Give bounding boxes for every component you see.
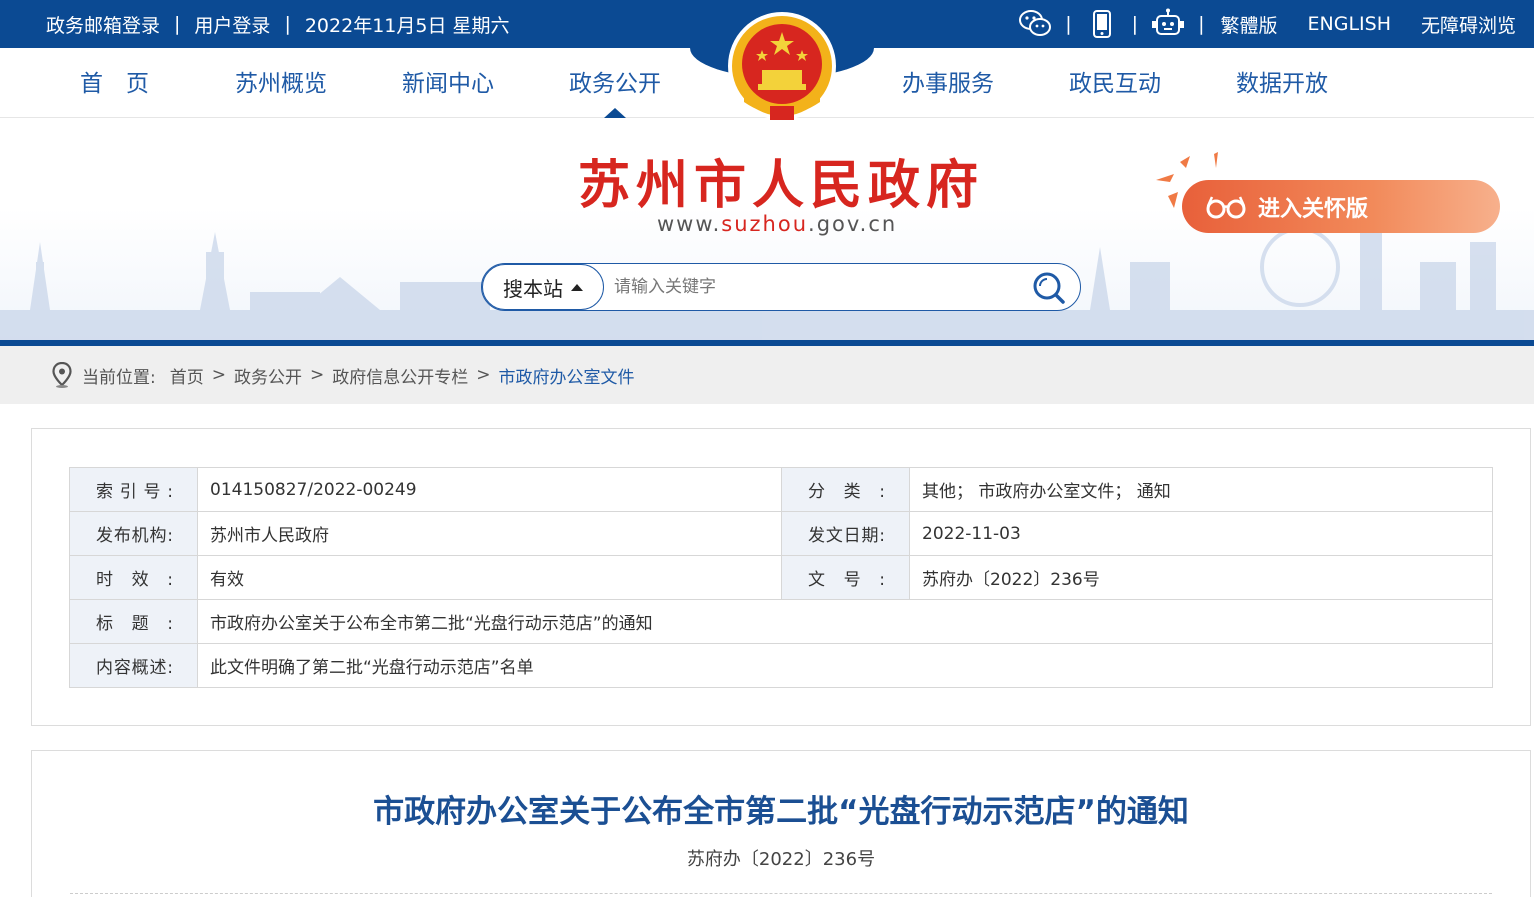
divider bbox=[70, 893, 1492, 894]
breadcrumb: 当前位置: 首页 > 政务公开 > 政府信息公开专栏 > 市政府办公室文件 bbox=[52, 346, 634, 404]
site-url-highlight: suzhou bbox=[721, 212, 809, 236]
separator: | bbox=[284, 13, 291, 35]
mobile-icon[interactable] bbox=[1084, 6, 1120, 42]
breadcrumb-bar: 当前位置: 首页 > 政务公开 > 政府信息公开专栏 > 市政府办公室文件 bbox=[0, 346, 1534, 404]
issuer-value: 苏州市人民政府 bbox=[197, 511, 782, 556]
issue-date-key: 发文日期: bbox=[781, 511, 910, 556]
nav-item-government-affairs[interactable]: 政务公开 bbox=[569, 48, 661, 118]
nav-item-news[interactable]: 新闻中心 bbox=[402, 48, 494, 118]
english-link[interactable]: ENGLISH bbox=[1308, 13, 1391, 35]
validity-key: 时效: bbox=[69, 555, 198, 600]
breadcrumb-item-home[interactable]: 首页 bbox=[170, 363, 204, 388]
table-row: 发布机构: 苏州市人民政府 发文日期: 2022-11-03 bbox=[69, 511, 1493, 556]
document-number: 苏府办〔2022〕236号 bbox=[686, 849, 876, 870]
site-url-suffix: .gov.cn bbox=[808, 212, 898, 236]
breadcrumb-separator: > bbox=[476, 365, 491, 385]
breadcrumb-item-government-affairs[interactable]: 政务公开 bbox=[234, 363, 302, 388]
summary-value: 此文件明确了第二批“光盘行动示范店”名单 bbox=[197, 643, 1493, 688]
summary-key: 内容概述: bbox=[69, 643, 198, 688]
search-scope-select[interactable]: 搜本站 bbox=[482, 264, 604, 310]
search-box: 搜本站 bbox=[481, 263, 1081, 311]
site-url: www.suzhou.gov.cn bbox=[657, 212, 897, 236]
site-title: 苏州市人民政府 bbox=[578, 155, 985, 216]
care-version-label: 进入关怀版 bbox=[1258, 196, 1369, 222]
index-number-key: 索引号: bbox=[69, 467, 198, 512]
table-row: 标题: 市政府办公室关于公布全市第二批“光盘行动示范店”的通知 bbox=[69, 599, 1493, 644]
nav-item-open-data[interactable]: 数据开放 bbox=[1236, 48, 1328, 118]
metadata-table: 索引号: 014150827/2022-00249 分类: 其他； 市政府办公室… bbox=[69, 467, 1493, 688]
user-login-link[interactable]: 用户登录 bbox=[194, 11, 270, 38]
breadcrumb-item-info-column[interactable]: 政府信息公开专栏 bbox=[332, 363, 468, 388]
breadcrumb-item-current[interactable]: 市政府办公室文件 bbox=[498, 363, 634, 388]
caret-up-icon bbox=[571, 283, 583, 291]
issue-date-value: 2022-11-03 bbox=[909, 511, 1493, 556]
wechat-icon[interactable] bbox=[1017, 6, 1053, 42]
search-input[interactable] bbox=[614, 272, 1014, 302]
category-value: 其他； 市政府办公室文件； 通知 bbox=[909, 467, 1493, 512]
title-key: 标题: bbox=[69, 599, 198, 644]
table-row: 时效: 有效 文号: 苏府办〔2022〕236号 bbox=[69, 555, 1493, 600]
traditional-chinese-link[interactable]: 繁體版 bbox=[1220, 11, 1277, 38]
location-pin-icon bbox=[52, 362, 72, 388]
accessibility-link[interactable]: 无障碍浏览 bbox=[1421, 11, 1516, 38]
national-emblem-icon bbox=[726, 10, 838, 126]
category-key: 分类: bbox=[781, 467, 910, 512]
top-bar-right: | | | 繁體版 ENGLISH 无障碍浏览 bbox=[1017, 0, 1516, 48]
breadcrumb-separator: > bbox=[211, 365, 226, 385]
nav-item-home[interactable]: 首 页 bbox=[80, 48, 149, 118]
table-row: 索引号: 014150827/2022-00249 分类: 其他； 市政府办公室… bbox=[69, 467, 1493, 512]
index-number-value: 014150827/2022-00249 bbox=[197, 467, 782, 512]
glasses-icon bbox=[1206, 195, 1246, 218]
top-bar-left: 政务邮箱登录 | 用户登录 | 2022年11月5日 星期六 bbox=[46, 0, 510, 48]
nav-item-overview[interactable]: 苏州概览 bbox=[235, 48, 327, 118]
robot-icon[interactable] bbox=[1150, 6, 1186, 42]
validity-value: 有效 bbox=[197, 555, 782, 600]
breadcrumb-separator: > bbox=[309, 365, 325, 385]
mail-login-link[interactable]: 政务邮箱登录 bbox=[46, 11, 160, 38]
search-icon[interactable] bbox=[1032, 271, 1066, 305]
separator: | bbox=[174, 13, 181, 35]
document-number-value: 苏府办〔2022〕236号 bbox=[909, 555, 1493, 600]
care-version-button[interactable]: 进入关怀版 bbox=[1182, 180, 1500, 233]
separator: | bbox=[1198, 13, 1205, 35]
search-scope-label: 搜本站 bbox=[503, 276, 563, 301]
site-url-prefix: www. bbox=[657, 212, 722, 236]
document-number-key: 文号: bbox=[781, 555, 910, 600]
document-title: 市政府办公室关于公布全市第二批“光盘行动示范店”的通知 bbox=[373, 794, 1189, 830]
separator: | bbox=[1065, 13, 1072, 35]
nav-item-interaction[interactable]: 政民互动 bbox=[1069, 48, 1161, 118]
current-date: 2022年11月5日 星期六 bbox=[304, 14, 510, 37]
breadcrumb-label: 当前位置: bbox=[82, 367, 156, 388]
title-value: 市政府办公室关于公布全市第二批“光盘行动示范店”的通知 bbox=[197, 599, 1493, 644]
table-row: 内容概述: 此文件明确了第二批“光盘行动示范店”名单 bbox=[69, 643, 1493, 688]
issuer-key: 发布机构: bbox=[69, 511, 198, 556]
separator: | bbox=[1131, 13, 1139, 35]
metadata-card: 索引号: 014150827/2022-00249 分类: 其他； 市政府办公室… bbox=[31, 428, 1531, 726]
nav-item-services[interactable]: 办事服务 bbox=[902, 48, 994, 118]
